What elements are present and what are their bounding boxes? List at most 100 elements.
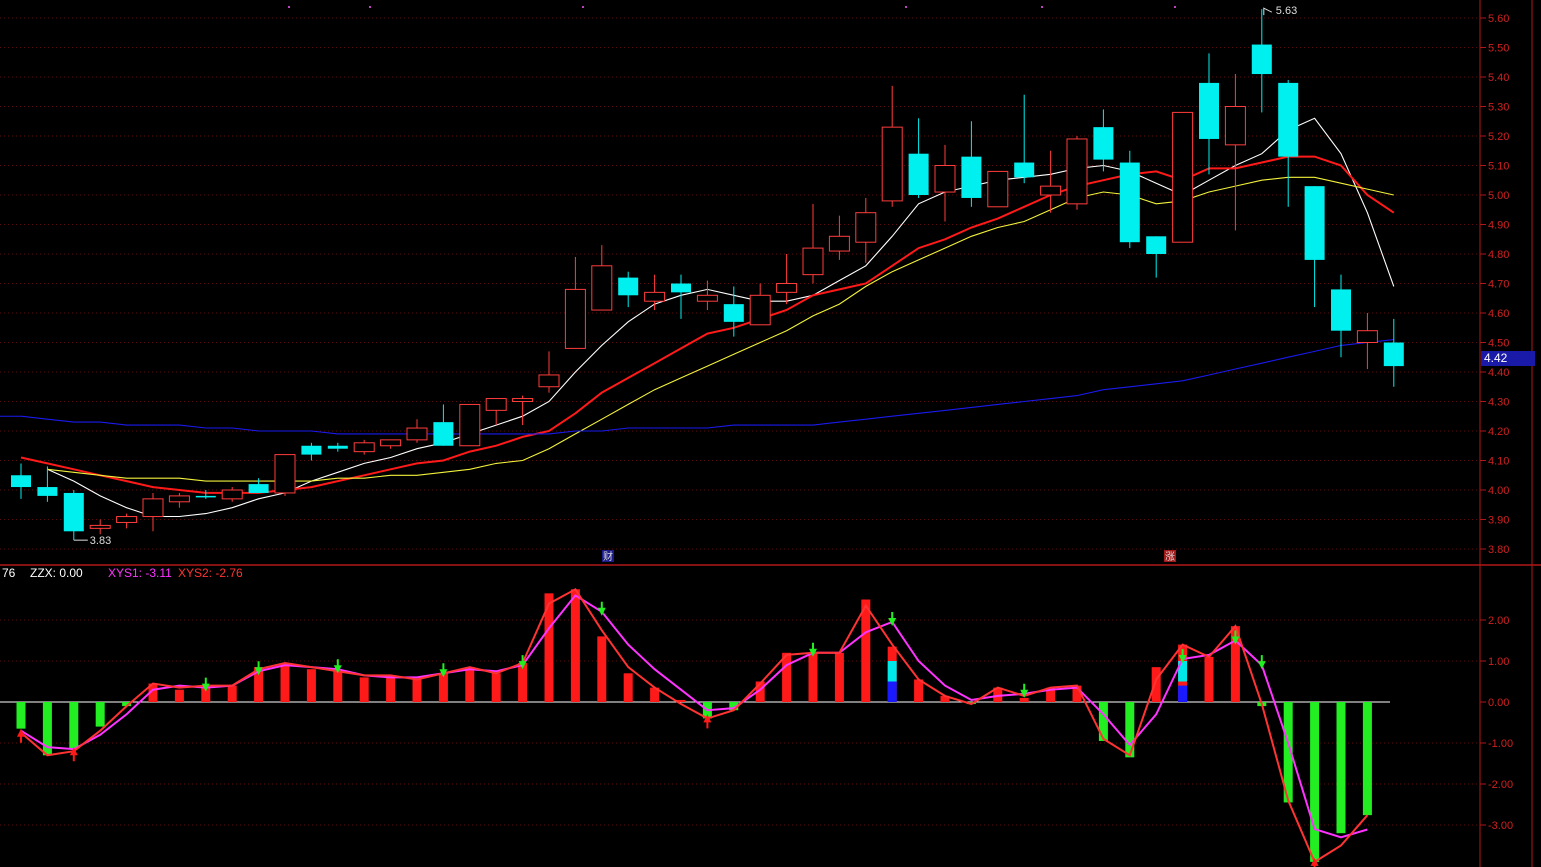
indicator-bar	[1362, 702, 1372, 816]
price-tick-label: 4.40	[1488, 367, 1509, 379]
event-marker: 财	[603, 550, 613, 563]
indicator-bar	[782, 652, 792, 702]
low-price-label: 3.83	[90, 535, 111, 547]
candle-body	[1304, 186, 1325, 260]
candle-body	[221, 489, 243, 500]
candle-body	[89, 524, 111, 529]
indicator-tick-label: -3.00	[1488, 820, 1513, 832]
indicator-legend-xys2: XYS2: -2.76	[178, 566, 243, 580]
candle-body	[723, 304, 744, 322]
top-marker-dot	[905, 6, 907, 8]
candle-body	[1040, 185, 1062, 196]
candle-body	[1224, 106, 1246, 146]
indicator-line	[20, 587, 1369, 864]
candle-body	[353, 442, 375, 453]
candle-body	[512, 398, 534, 402]
indicator-bar	[834, 652, 844, 702]
indicator-bar	[1204, 656, 1214, 702]
price-tick-label: 4.90	[1488, 220, 1509, 232]
candle-body	[934, 165, 956, 193]
indicator-bar	[306, 669, 316, 702]
candle-body	[908, 153, 929, 195]
indicator-tick-label: -2.00	[1488, 779, 1513, 791]
indicator-bar	[623, 673, 633, 702]
price-tick-label: 4.20	[1488, 426, 1509, 438]
candle-body	[671, 283, 691, 293]
indicator-legend-zzx: ZZX: 0.00	[30, 566, 83, 580]
candle-body	[485, 398, 507, 411]
candle-body	[1383, 342, 1404, 367]
indicator-bar	[1310, 702, 1320, 862]
price-tick-label: 4.70	[1488, 279, 1509, 291]
top-marker-dot	[369, 6, 371, 8]
indicator-bar	[570, 589, 580, 702]
indicator-bar	[1178, 685, 1188, 702]
candle-body	[1066, 138, 1088, 205]
price-tick-label: 5.60	[1488, 13, 1509, 25]
indicator-bar	[1019, 697, 1029, 702]
price-tick-label: 5.00	[1488, 190, 1509, 202]
top-marker-dot	[1041, 6, 1043, 8]
indicator-line	[20, 594, 1368, 839]
candle-body	[881, 126, 903, 202]
candle-body	[961, 156, 982, 198]
candle-body	[459, 403, 481, 447]
up-arrow-icon	[17, 728, 25, 743]
price-tick-label: 4.30	[1488, 397, 1509, 409]
price-tick-label: 3.80	[1488, 544, 1509, 556]
candle-body	[195, 495, 216, 498]
candle-body	[1356, 330, 1378, 344]
indicator-bar	[861, 599, 871, 702]
candle-body	[855, 212, 877, 243]
indicator-bar	[887, 681, 897, 702]
candle-body	[802, 247, 824, 276]
top-marker-dot	[1174, 6, 1176, 8]
candle-body	[433, 422, 454, 446]
indicator-bar	[887, 661, 897, 682]
down-arrow-icon	[1257, 655, 1266, 670]
moving-average-line	[20, 339, 1394, 435]
candle-body	[1199, 82, 1219, 139]
indicator-tick-label: -1.00	[1488, 738, 1513, 750]
indicator-bar	[280, 663, 290, 702]
last-price-tag: 4.42	[1481, 351, 1535, 366]
candle-body	[749, 294, 771, 326]
price-tick-label: 5.20	[1488, 131, 1509, 143]
indicator-bar	[597, 636, 607, 702]
candle-body	[1119, 162, 1140, 243]
indicator-bar	[69, 702, 79, 750]
indicator-tick-label: 0.00	[1488, 697, 1509, 709]
price-tick-label: 5.10	[1488, 161, 1509, 173]
indicator-bar	[914, 679, 924, 702]
candle-body	[591, 265, 613, 311]
candle-body	[63, 492, 84, 532]
indicator-bar	[174, 689, 184, 702]
candle-body	[142, 498, 164, 518]
indicator-bar	[412, 679, 422, 702]
candle-body	[1146, 236, 1167, 254]
candle-body	[987, 170, 1009, 208]
indicator-bar	[465, 667, 475, 702]
candle-body	[564, 288, 586, 349]
candle-body	[301, 445, 322, 455]
candle-body	[116, 516, 138, 523]
price-tick-label: 4.00	[1488, 485, 1509, 497]
candle-body	[828, 235, 850, 252]
top-marker-dot	[288, 6, 290, 8]
event-marker: 涨	[1165, 551, 1175, 563]
candle-body	[168, 495, 190, 503]
candle-body	[618, 277, 639, 296]
indicator-bar	[1151, 667, 1161, 702]
indicator-bar	[438, 673, 448, 702]
candle-body	[1172, 111, 1194, 243]
candle-body	[380, 439, 402, 447]
indicator-legend-xys1: XYS1: -3.11	[108, 566, 172, 580]
candle-body	[327, 445, 348, 449]
candle-body	[1331, 289, 1351, 331]
top-marker-dot	[582, 6, 584, 8]
indicator-bar	[1336, 702, 1346, 834]
candle-body	[696, 294, 718, 302]
candle-body	[37, 487, 58, 496]
candle-body	[406, 427, 428, 441]
candle-body	[1278, 82, 1299, 157]
